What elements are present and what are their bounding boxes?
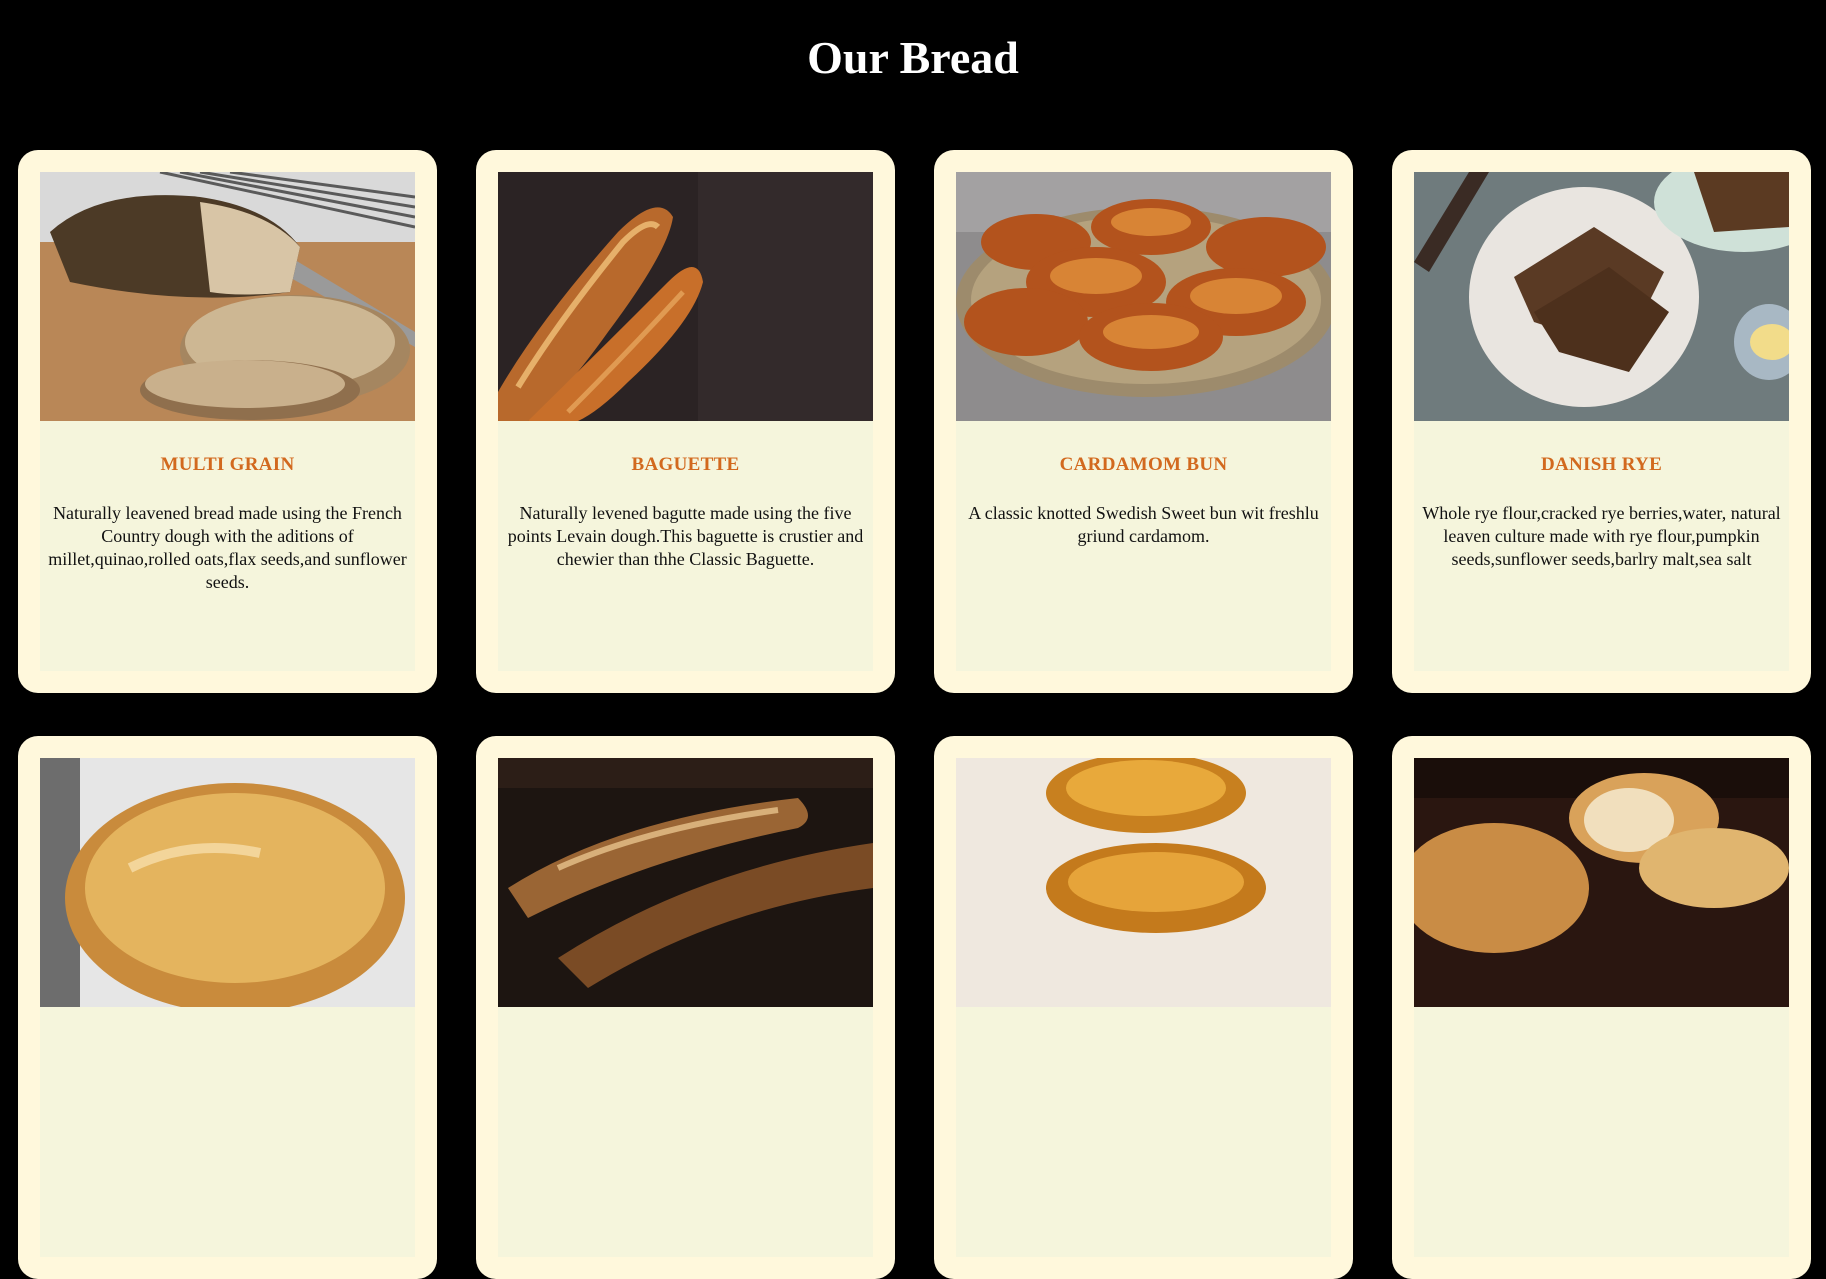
card-body [40, 758, 415, 1257]
bread-card-multi-grain: MULTI GRAIN Naturally leavened bread mad… [18, 150, 437, 693]
card-body: BAGUETTE Naturally levened bagutte made … [498, 172, 873, 671]
bread-description: A classic knotted Swedish Sweet bun wit … [968, 503, 1319, 546]
country-loaf-image [40, 758, 415, 1007]
baguettes-on-dark-image [498, 172, 873, 421]
bread-card-sourdough-loaves [1392, 736, 1811, 1279]
bread-grid: MULTI GRAIN Naturally leavened bread mad… [18, 150, 1811, 1279]
bread-name: DANISH RYE [1540, 454, 1663, 475]
bread-card-rustic-baguettes [476, 736, 895, 1279]
card-body: MULTI GRAIN Naturally leavened bread mad… [40, 172, 415, 671]
card-body [1414, 758, 1789, 1257]
bread-name: CARDAMOM BUN [1059, 454, 1228, 475]
multigrain-loaf-image [40, 172, 415, 421]
bread-card-cardamom-bun: CARDAMOM BUN A classic knotted Swedish S… [934, 150, 1353, 693]
bread-card-country-loaf [18, 736, 437, 1279]
bread-card-baguette: BAGUETTE Naturally levened bagutte made … [476, 150, 895, 693]
card-body [956, 758, 1331, 1257]
bread-description: Naturally leavened bread made using the … [48, 503, 407, 592]
bread-description: Naturally levened bagutte made using the… [507, 503, 864, 569]
bread-card-croissants [934, 736, 1353, 1279]
card-body: CARDAMOM BUN A classic knotted Swedish S… [956, 172, 1331, 671]
bread-name: BAGUETTE [631, 454, 740, 475]
bread-name: MULTI GRAIN [160, 454, 295, 475]
bread-description: Whole rye flour,cracked rye berries,wate… [1422, 503, 1781, 569]
croissants-image [956, 758, 1331, 1007]
sourdough-loaves-image [1414, 758, 1789, 1007]
bread-card-danish-rye: DANISH RYE Whole rye flour,cracked rye b… [1392, 150, 1811, 693]
rye-slices-image [1414, 172, 1789, 421]
card-body [498, 758, 873, 1257]
page-title: Our Bread [807, 32, 1019, 83]
rustic-baguettes-image [498, 758, 873, 1007]
card-body: DANISH RYE Whole rye flour,cracked rye b… [1414, 172, 1789, 671]
cardamom-buns-image [956, 172, 1331, 421]
